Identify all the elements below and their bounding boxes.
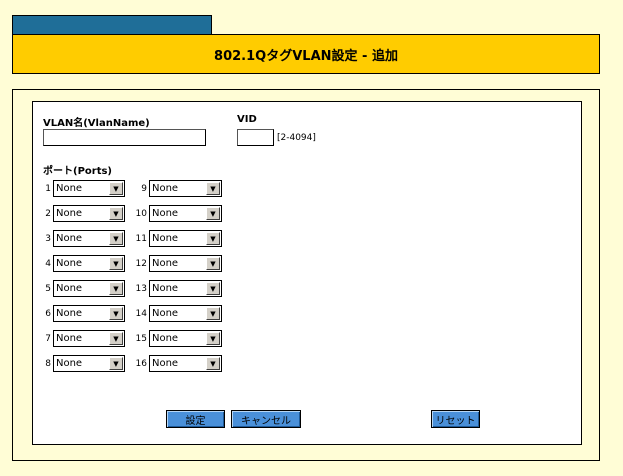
vid-label: VID — [237, 114, 257, 125]
port-select-value: None — [56, 308, 83, 319]
port-number-9: 9 — [141, 184, 147, 194]
chevron-down-icon[interactable]: ▼ — [206, 232, 220, 245]
port-select-1[interactable]: None ▼ — [53, 180, 125, 197]
port-select-4[interactable]: None ▼ — [53, 255, 125, 272]
port-select-14[interactable]: None ▼ — [149, 305, 222, 322]
port-select-value: None — [152, 258, 179, 269]
port-number-13: 13 — [135, 284, 147, 294]
port-select-value: None — [152, 333, 179, 344]
port-select-value: None — [152, 358, 179, 369]
chevron-down-icon[interactable]: ▼ — [206, 357, 220, 370]
ports-label: ポート(Ports) — [43, 166, 113, 177]
submit-button[interactable]: 設定 — [166, 410, 225, 428]
chevron-down-icon[interactable]: ▼ — [206, 332, 220, 345]
port-select-6[interactable]: None ▼ — [53, 305, 125, 322]
port-select-value: None — [152, 308, 179, 319]
chevron-down-icon[interactable]: ▼ — [109, 257, 123, 270]
port-number-2: 2 — [45, 209, 51, 219]
port-select-value: None — [56, 208, 83, 219]
port-number-15: 15 — [135, 334, 147, 344]
chevron-down-icon[interactable]: ▼ — [109, 232, 123, 245]
header-tab-strip — [12, 15, 212, 35]
port-select-value: None — [152, 208, 179, 219]
port-number-8: 8 — [45, 359, 51, 369]
vlan-form: VLAN名(VlanName) VID [2-4094] ポート(Ports) … — [32, 101, 582, 445]
chevron-down-icon[interactable]: ▼ — [109, 357, 123, 370]
vlan-name-input[interactable] — [43, 129, 206, 146]
port-number-3: 3 — [45, 234, 51, 244]
port-select-value: None — [56, 333, 83, 344]
chevron-down-icon[interactable]: ▼ — [206, 282, 220, 295]
port-select-5[interactable]: None ▼ — [53, 280, 125, 297]
chevron-down-icon[interactable]: ▼ — [206, 207, 220, 220]
port-select-15[interactable]: None ▼ — [149, 330, 222, 347]
vlan-name-label: VLAN名(VlanName) — [43, 118, 150, 129]
port-select-9[interactable]: None ▼ — [149, 180, 222, 197]
port-select-value: None — [56, 233, 83, 244]
port-select-value: None — [152, 283, 179, 294]
chevron-down-icon[interactable]: ▼ — [109, 182, 123, 195]
chevron-down-icon[interactable]: ▼ — [206, 257, 220, 270]
port-select-value: None — [56, 183, 83, 194]
port-select-3[interactable]: None ▼ — [53, 230, 125, 247]
chevron-down-icon[interactable]: ▼ — [109, 332, 123, 345]
port-select-13[interactable]: None ▼ — [149, 280, 222, 297]
port-select-8[interactable]: None ▼ — [53, 355, 125, 372]
port-number-12: 12 — [135, 259, 147, 269]
cancel-button[interactable]: キャンセル — [231, 410, 301, 428]
chevron-down-icon[interactable]: ▼ — [109, 282, 123, 295]
port-number-5: 5 — [45, 284, 51, 294]
port-select-value: None — [152, 183, 179, 194]
chevron-down-icon[interactable]: ▼ — [109, 207, 123, 220]
port-number-6: 6 — [45, 309, 51, 319]
port-number-10: 10 — [135, 209, 147, 219]
port-select-16[interactable]: None ▼ — [149, 355, 222, 372]
vid-input[interactable] — [237, 129, 274, 146]
chevron-down-icon[interactable]: ▼ — [206, 182, 220, 195]
port-number-7: 7 — [45, 334, 51, 344]
port-select-value: None — [152, 233, 179, 244]
chevron-down-icon[interactable]: ▼ — [109, 307, 123, 320]
vid-range-hint: [2-4094] — [277, 133, 316, 143]
port-number-4: 4 — [45, 259, 51, 269]
port-number-11: 11 — [135, 234, 147, 244]
port-number-16: 16 — [135, 359, 147, 369]
port-number-14: 14 — [135, 309, 147, 319]
reset-button[interactable]: リセット — [431, 410, 480, 428]
port-number-1: 1 — [45, 184, 51, 194]
port-select-12[interactable]: None ▼ — [149, 255, 222, 272]
port-select-value: None — [56, 358, 83, 369]
page-title: 802.1QタグVLAN設定 - 追加 — [12, 34, 600, 74]
port-select-value: None — [56, 258, 83, 269]
port-select-7[interactable]: None ▼ — [53, 330, 125, 347]
chevron-down-icon[interactable]: ▼ — [206, 307, 220, 320]
port-select-10[interactable]: None ▼ — [149, 205, 222, 222]
port-select-11[interactable]: None ▼ — [149, 230, 222, 247]
port-select-value: None — [56, 283, 83, 294]
port-select-2[interactable]: None ▼ — [53, 205, 125, 222]
outer-panel: VLAN名(VlanName) VID [2-4094] ポート(Ports) … — [12, 89, 600, 461]
